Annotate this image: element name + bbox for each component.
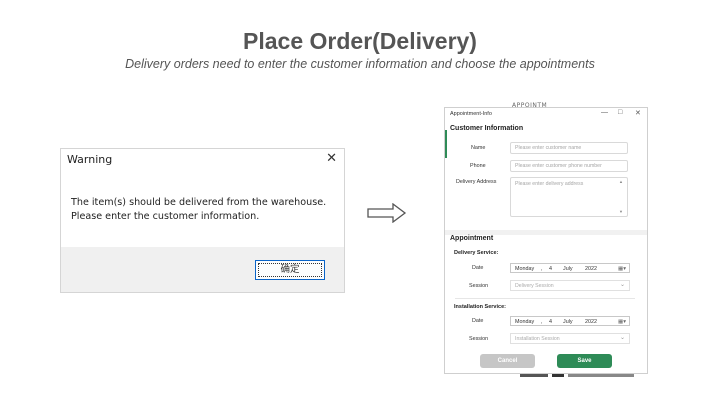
- divider: [455, 298, 635, 299]
- ok-button[interactable]: 确定: [255, 260, 325, 280]
- customer-info-heading: Customer Information: [450, 125, 524, 132]
- installation-date-month: July: [563, 318, 573, 325]
- calendar-icon[interactable]: ▦▾: [618, 266, 626, 272]
- warning-footer: 确定: [61, 247, 344, 292]
- warning-message-line1: The item(s) should be delivered from the…: [71, 197, 327, 208]
- minimize-icon[interactable]: —: [601, 109, 608, 116]
- delivery-date-sep: ,: [541, 265, 543, 272]
- installation-date-label: Date: [472, 318, 484, 324]
- installation-date-year: 2022: [585, 318, 597, 325]
- warning-message-line2: Please enter the customer information.: [71, 211, 260, 222]
- address-label: Delivery Address: [456, 179, 497, 185]
- close-icon[interactable]: ✕: [635, 109, 641, 117]
- installation-session-placeholder: Installation Session: [515, 336, 560, 342]
- delivery-date-label: Date: [472, 265, 484, 271]
- appointment-window: Appointment-Info — □ ✕ Customer Informat…: [444, 107, 648, 374]
- save-button[interactable]: Save: [557, 354, 612, 368]
- address-placeholder: Please enter delivery address: [515, 181, 584, 187]
- name-label: Name: [471, 145, 486, 151]
- phone-label: Phone: [470, 163, 486, 169]
- delivery-date-weekday: Monday: [515, 265, 535, 272]
- scroll-down-icon[interactable]: ▼: [619, 209, 644, 214]
- scroll-up-icon[interactable]: ▲: [619, 179, 644, 184]
- delivery-session-placeholder: Delivery Session: [515, 283, 554, 289]
- delivery-date-picker[interactable]: Monday , 4 July 2022 ▦▾: [510, 263, 630, 273]
- installation-session-label: Session: [469, 336, 489, 342]
- delivery-date-month: July: [563, 265, 573, 272]
- calendar-icon[interactable]: ▦▾: [618, 319, 626, 325]
- installation-date-sep: ,: [541, 318, 543, 325]
- installation-date-weekday: Monday: [515, 318, 535, 325]
- phone-input[interactable]: Please enter customer phone number: [510, 160, 628, 172]
- warning-title: Warning: [67, 153, 113, 166]
- chevron-down-icon: ⌄: [619, 335, 625, 341]
- cancel-button[interactable]: Cancel: [480, 354, 535, 368]
- warning-dialog: Warning ✕ The item(s) should be delivere…: [60, 148, 345, 293]
- address-textarea[interactable]: Please enter delivery address: [510, 177, 628, 217]
- page-title: Place Order(Delivery): [243, 28, 477, 54]
- arrow-right-icon: [367, 203, 407, 223]
- installation-date-day: 4: [549, 318, 552, 325]
- page-subtitle: Delivery orders need to enter the custom…: [125, 57, 595, 71]
- name-input[interactable]: Please enter customer name: [510, 142, 628, 154]
- appointment-heading: Appointment: [450, 235, 494, 242]
- close-icon[interactable]: ✕: [326, 151, 337, 166]
- delivery-service-label: Delivery Service:: [454, 250, 499, 256]
- maximize-icon[interactable]: □: [618, 109, 622, 116]
- delivery-session-select[interactable]: Delivery Session ⌄: [510, 280, 630, 291]
- installation-session-select[interactable]: Installation Session ⌄: [510, 333, 630, 344]
- window-title: Appointment-Info: [450, 111, 492, 117]
- warning-message: The item(s) should be delivered from the…: [71, 196, 326, 224]
- delivery-date-day: 4: [549, 265, 552, 272]
- installation-service-label: Installation Service:: [454, 304, 506, 310]
- delivery-session-label: Session: [469, 283, 489, 289]
- delivery-date-year: 2022: [585, 265, 597, 272]
- installation-date-picker[interactable]: Monday , 4 July 2022 ▦▾: [510, 316, 630, 326]
- chevron-down-icon: ⌄: [619, 282, 625, 288]
- section-accent: [445, 130, 447, 158]
